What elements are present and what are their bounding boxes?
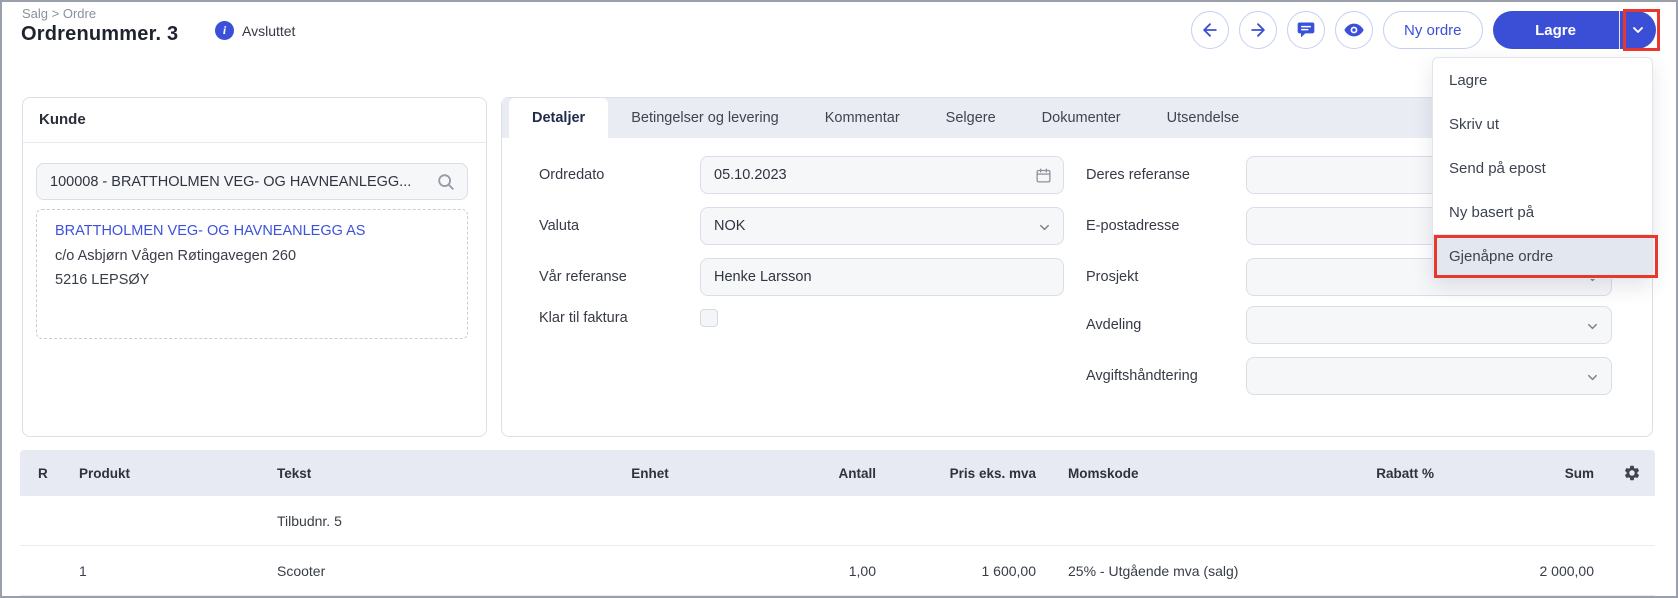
our-reference-field[interactable]: Henke Larsson [700, 258, 1064, 296]
cell-sum: 2 000,00 [1539, 562, 1595, 579]
status-badge: i Avsluttet [215, 21, 295, 40]
customer-search-value: 100008 - BRATTHOLMEN VEG- OG HAVNEANLEGG… [50, 173, 412, 190]
tab-betingelser-og-levering[interactable]: Betingelser og levering [608, 98, 802, 138]
customer-panel: Kunde 100008 - BRATTHOLMEN VEG- OG HAVNE… [22, 97, 487, 437]
ready-to-invoice-checkbox[interactable] [700, 309, 718, 327]
save-dropdown-menu: Lagre Skriv ut Send på epost Ny basert p… [1432, 57, 1658, 279]
tab-dokumenter[interactable]: Dokumenter [1019, 98, 1144, 138]
ready-to-invoice-label: Klar til faktura [539, 310, 628, 326]
department-label: Avdeling [1086, 317, 1142, 333]
column-header-sum[interactable]: Sum [1434, 466, 1594, 481]
column-header-tekst[interactable]: Tekst [277, 466, 580, 481]
department-select[interactable] [1246, 306, 1612, 344]
order-page: Salg > Ordre Ordrenummer. 3 i Avsluttet [0, 0, 1678, 598]
table-header-row: R Produkt Tekst Enhet Antall Pris eks. m… [20, 450, 1655, 496]
menu-item-skriv-ut[interactable]: Skriv ut [1433, 102, 1652, 146]
order-lines-table: R Produkt Tekst Enhet Antall Pris eks. m… [20, 450, 1655, 596]
cell-tekst: Tilbudnr. 5 [277, 512, 342, 529]
arrow-left-icon [1200, 20, 1220, 40]
cell-momskode: 25% - Utgående mva (salg) [1068, 562, 1239, 579]
calendar-icon[interactable] [1035, 167, 1052, 184]
arrow-right-icon [1248, 20, 1268, 40]
column-header-produkt[interactable]: Produkt [79, 466, 277, 481]
save-button[interactable]: Lagre [1493, 22, 1619, 39]
customer-panel-title: Kunde [39, 111, 86, 128]
new-order-button[interactable]: Ny ordre [1383, 11, 1483, 49]
vat-handling-select[interactable] [1246, 357, 1612, 395]
menu-item-send-pa-epost[interactable]: Send på epost [1433, 146, 1652, 190]
cell-pris: 1 600,00 [981, 562, 1037, 579]
preview-button[interactable] [1335, 11, 1373, 49]
table-settings-button[interactable] [1623, 464, 1641, 482]
tab-detaljer[interactable]: Detaljer [509, 98, 609, 138]
save-menu-caret-button[interactable] [1620, 11, 1656, 49]
eye-icon [1343, 19, 1365, 41]
currency-label: Valuta [539, 218, 580, 234]
chevron-down-icon [1585, 319, 1600, 334]
our-reference-value: Henke Larsson [714, 269, 812, 285]
project-label: Prosjekt [1086, 269, 1139, 285]
column-header-rabatt[interactable]: Rabatt % [1350, 466, 1434, 481]
divider [23, 142, 486, 143]
email-label: E-postadresse [1086, 218, 1180, 234]
order-date-value: 05.10.2023 [714, 167, 787, 183]
chevron-down-icon [1585, 370, 1600, 385]
order-date-label: Ordredato [539, 167, 605, 183]
column-header-antall[interactable]: Antall [720, 466, 876, 481]
toolbar: Ny ordre Lagre [1191, 9, 1660, 51]
column-header-momskode[interactable]: Momskode [1036, 466, 1350, 481]
column-header-enhet[interactable]: Enhet [580, 466, 720, 481]
breadcrumb[interactable]: Salg > Ordre [22, 6, 96, 21]
cell-tekst: Scooter [277, 562, 326, 579]
previous-order-button[interactable] [1191, 11, 1229, 49]
order-date-field[interactable]: 05.10.2023 [700, 156, 1064, 194]
tab-kommentar[interactable]: Kommentar [802, 98, 923, 138]
tab-selgere[interactable]: Selgere [923, 98, 1019, 138]
customer-address-line2: 5216 LEPSØY [55, 272, 150, 288]
chevron-down-icon [1630, 22, 1646, 38]
our-reference-label: Vår referanse [539, 269, 627, 285]
save-split-button[interactable]: Lagre [1492, 9, 1660, 51]
column-header-r[interactable]: R [20, 466, 79, 481]
column-header-pris[interactable]: Pris eks. mva [876, 466, 1036, 481]
next-order-button[interactable] [1239, 11, 1277, 49]
cell-antall: 1,00 [848, 562, 876, 579]
chat-bubble-icon [1296, 20, 1316, 40]
customer-search-input[interactable]: 100008 - BRATTHOLMEN VEG- OG HAVNEANLEGG… [36, 163, 468, 200]
currency-value: NOK [714, 218, 746, 234]
table-row[interactable]: 1 Scooter 1,00 1 600,00 25% - Utgående m… [20, 546, 1655, 596]
status-label: Avsluttet [242, 22, 296, 39]
customer-name-link[interactable]: BRATTHOLMEN VEG- OG HAVNEANLEGG AS [55, 223, 449, 239]
info-icon: i [215, 21, 234, 40]
table-row[interactable]: Tilbudnr. 5 [20, 496, 1655, 546]
customer-address-card: BRATTHOLMEN VEG- OG HAVNEANLEGG AS c/o A… [36, 209, 468, 339]
menu-item-ny-basert-pa[interactable]: Ny basert på [1433, 190, 1652, 234]
customer-address-line1: c/o Asbjørn Vågen Røtingavegen 260 [55, 248, 297, 264]
currency-select[interactable]: NOK [700, 207, 1064, 245]
new-order-label: Ny ordre [1404, 21, 1462, 39]
menu-item-gjenapne-ordre[interactable]: Gjenåpne ordre [1433, 234, 1658, 278]
vat-handling-label: Avgiftshåndtering [1086, 368, 1198, 384]
menu-item-lagre[interactable]: Lagre [1433, 58, 1652, 102]
comments-button[interactable] [1287, 11, 1325, 49]
chevron-down-icon [1037, 220, 1052, 235]
their-reference-label: Deres referanse [1086, 167, 1190, 183]
gear-icon [1623, 464, 1641, 482]
search-icon [436, 172, 456, 192]
page-title: Ordrenummer. 3 [21, 23, 179, 45]
tab-utsendelse[interactable]: Utsendelse [1144, 98, 1263, 138]
cell-produkt[interactable]: 1 [79, 563, 277, 579]
menu-item-label: Gjenåpne ordre [1449, 247, 1554, 265]
